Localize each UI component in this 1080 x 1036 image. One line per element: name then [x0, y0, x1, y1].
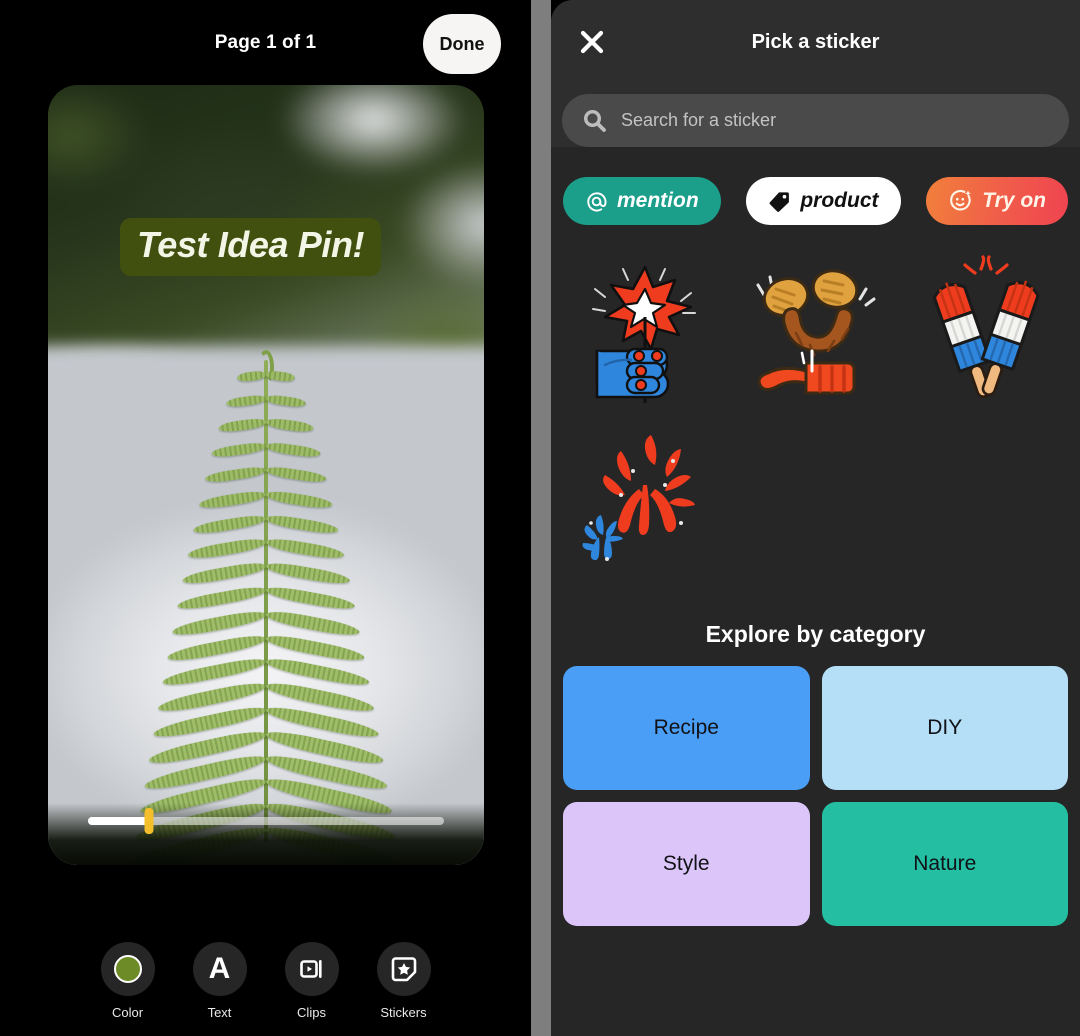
fern-leaflet	[265, 417, 315, 434]
category-label: DIY	[927, 716, 963, 739]
fern-leaflet	[217, 417, 267, 434]
page-indicator: Page 1 of 1	[214, 31, 317, 53]
sticker-search-field[interactable]	[562, 94, 1069, 147]
fern-leaflet	[192, 512, 267, 536]
sticker-star-icon	[391, 957, 416, 982]
category-tile-recipe[interactable]: Recipe	[563, 666, 810, 790]
fireworks-sticker	[582, 435, 695, 561]
pin-canvas[interactable]: Test Idea Pin!	[48, 85, 484, 865]
search-icon	[583, 109, 606, 132]
fern-leaflet	[225, 393, 267, 409]
fern-leaflet	[265, 393, 307, 409]
canvas-photo	[48, 85, 484, 865]
fern-leaflet	[265, 488, 334, 510]
fern-leaflet	[264, 584, 356, 613]
sparkler-hand-sticker	[591, 265, 696, 403]
canvas-text-sticker-label: Test Idea Pin!	[137, 224, 365, 265]
chip-product[interactable]: product	[746, 177, 901, 225]
sticker-popsicles[interactable]	[901, 249, 1072, 409]
fern-leaflet	[198, 488, 267, 510]
category-label: Style	[662, 852, 710, 875]
fern-leaflet	[264, 607, 361, 638]
idea-pin-editor-screen: Page 1 of 1 Done Test Idea Pin! Color A …	[0, 0, 1080, 1036]
sticker-sparkler-hand[interactable]	[559, 249, 730, 409]
at-sign-icon	[587, 191, 607, 212]
fern-leaflet	[265, 536, 345, 562]
tool-text-label: Text	[207, 1005, 232, 1020]
fern-leaflet	[176, 584, 268, 613]
clip-scrubber[interactable]	[88, 808, 444, 834]
photo-bottom-vignette	[48, 802, 484, 865]
tool-text-circle[interactable]: A	[192, 942, 247, 996]
close-icon[interactable]	[577, 27, 607, 57]
sticker-picker-header: Pick a sticker	[551, 0, 1080, 84]
explore-by-category-title: Explore by category	[705, 621, 926, 647]
canvas-text-sticker[interactable]: Test Idea Pin!	[120, 218, 382, 276]
tool-text[interactable]: A Text	[192, 942, 247, 1020]
price-tag-icon	[770, 191, 790, 212]
done-button[interactable]: Done	[423, 14, 501, 74]
fern-leaflet	[265, 441, 321, 459]
category-label: Nature	[913, 852, 977, 875]
sticker-picker-panel: Pick a sticker mention	[551, 0, 1080, 1036]
bbq-grill-sticker	[756, 269, 875, 395]
smiley-sparkle-icon	[950, 189, 972, 210]
editor-panel: Page 1 of 1 Done Test Idea Pin! Color A …	[0, 0, 531, 1036]
chip-try-on-label: Try on	[982, 189, 1046, 212]
chip-mention[interactable]: mention	[563, 177, 721, 225]
fern-stem	[264, 360, 268, 842]
editor-toolbar: Color A Text Clips Stickers	[0, 942, 531, 1020]
sticker-picker-title: Pick a sticker	[751, 30, 880, 53]
fern-leaflet	[204, 465, 267, 485]
color-swatch-icon	[113, 955, 142, 983]
category-tile-diy[interactable]: DIY	[821, 666, 1068, 790]
tool-stickers-circle[interactable]	[376, 942, 431, 996]
popsicles-sticker	[932, 255, 1039, 398]
search-input[interactable]	[621, 110, 1049, 131]
fern-leaflet	[265, 512, 340, 536]
tool-stickers-label: Stickers	[380, 1005, 427, 1020]
chip-try-on[interactable]: Try on	[926, 177, 1068, 225]
tool-color-label: Color	[111, 1005, 144, 1020]
sticker-fireworks[interactable]	[559, 417, 730, 577]
tool-clips-circle[interactable]	[284, 942, 339, 996]
tool-color[interactable]: Color	[100, 942, 155, 1020]
tool-clips-label: Clips	[297, 1005, 326, 1020]
scrubber-handle[interactable]	[144, 808, 154, 834]
scrubber-fill	[88, 817, 149, 825]
fern-leaflet	[264, 560, 351, 587]
sticker-search-wrap	[551, 84, 1080, 147]
tool-clips[interactable]: Clips	[284, 942, 339, 1020]
fern-leaflet	[181, 560, 268, 587]
text-a-icon: A	[208, 952, 231, 985]
category-grid: Recipe DIY Style Nature	[551, 648, 1080, 926]
tool-color-circle[interactable]	[100, 942, 155, 996]
panel-divider	[531, 0, 551, 1036]
fern-leaflet	[171, 607, 268, 638]
fern-leaflet	[265, 465, 328, 485]
category-tile-style[interactable]: Style	[563, 802, 810, 926]
tool-stickers[interactable]: Stickers	[376, 942, 431, 1020]
chip-mention-label: mention	[617, 189, 699, 212]
fern-illustration	[116, 350, 416, 865]
fern-leaflet	[211, 441, 267, 459]
clips-icon	[299, 960, 322, 978]
chip-product-label: product	[800, 189, 879, 212]
sticker-bbq-grill[interactable]	[730, 249, 901, 409]
fern-leaflet	[187, 536, 267, 562]
category-label: Recipe	[653, 716, 719, 739]
sticker-results-grid	[551, 225, 1080, 577]
category-tile-nature[interactable]: Nature	[821, 802, 1068, 926]
sticker-chips-row: mention product Try on	[551, 147, 1080, 225]
